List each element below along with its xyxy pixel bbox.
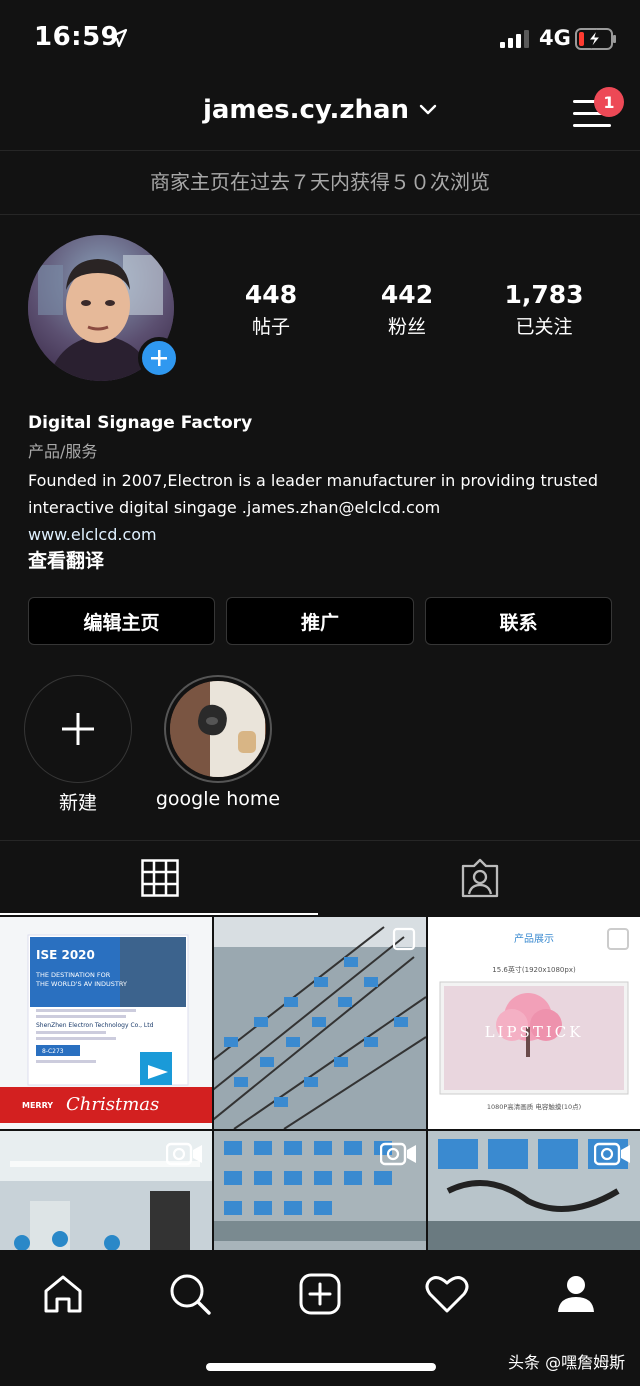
nav-activity[interactable] bbox=[417, 1266, 477, 1322]
status-time: 16:59 bbox=[34, 22, 120, 52]
video-icon bbox=[380, 1142, 416, 1166]
search-icon bbox=[170, 1274, 211, 1315]
bio-text-line: Founded in 2007,Electron is a leader man… bbox=[28, 471, 599, 490]
post-thumbnail[interactable] bbox=[0, 1131, 212, 1250]
battery-charging-icon bbox=[575, 28, 616, 50]
highlight-label: 新建 bbox=[58, 792, 97, 814]
edit-profile-button[interactable]: 编辑主页 bbox=[28, 597, 215, 645]
highlight-thumbnail bbox=[170, 681, 266, 777]
stat-label: 粉丝 bbox=[387, 316, 426, 338]
nav-search[interactable] bbox=[160, 1266, 220, 1322]
multiple-posts-icon bbox=[392, 927, 416, 951]
bio-text-line: interactive digital singage .james.zhan@… bbox=[28, 498, 441, 517]
profile-icon bbox=[558, 1276, 594, 1312]
stat-value: 448 bbox=[244, 280, 298, 309]
post-merry: MERRY bbox=[22, 1101, 53, 1110]
bio-category: 产品/服务 bbox=[28, 442, 98, 461]
bio-website-link[interactable]: www.elclcd.com bbox=[28, 521, 628, 548]
nav-home[interactable] bbox=[33, 1266, 93, 1322]
bio-name: Digital Signage Factory bbox=[28, 413, 253, 433]
contact-button[interactable]: 联系 bbox=[425, 597, 612, 645]
post-size: 15.6英寸(1920x1080px) bbox=[492, 965, 576, 974]
insights-banner[interactable]: 商家主页在过去７天内获得５０次浏览 bbox=[0, 151, 640, 213]
profile-header: james.cy.zhan 1 bbox=[0, 80, 640, 150]
divider bbox=[0, 214, 640, 215]
post-thumbnail[interactable] bbox=[214, 917, 426, 1129]
post-thumbnail[interactable]: ISE 2020 THE DESTINATION FOR THE WORLD'S… bbox=[0, 917, 212, 1129]
post-heading: 产品展示 bbox=[514, 932, 554, 945]
status-bar: 16:59 4G bbox=[0, 0, 640, 80]
tagged-person-icon bbox=[461, 858, 499, 898]
profile-bio: Digital Signage Factory 产品/服务 Founded in… bbox=[28, 410, 628, 575]
signal-strength-icon bbox=[500, 30, 529, 48]
highlight-label: google home bbox=[155, 788, 281, 810]
stat-label: 帖子 bbox=[251, 316, 290, 338]
home-icon bbox=[44, 1275, 82, 1313]
nav-profile[interactable] bbox=[546, 1266, 606, 1322]
post-subtitle: THE WORLD'S AV INDUSTRY bbox=[35, 980, 127, 988]
promote-button[interactable]: 推广 bbox=[226, 597, 414, 645]
stat-following[interactable]: 1,783 已关注 bbox=[474, 280, 614, 339]
notification-badge: 1 bbox=[594, 87, 624, 117]
plus-icon bbox=[62, 713, 94, 745]
grid-icon bbox=[141, 859, 179, 897]
stat-posts[interactable]: 448 帖子 bbox=[201, 280, 341, 339]
home-indicator bbox=[206, 1363, 436, 1371]
heart-icon bbox=[425, 1276, 469, 1313]
watermark: 头条 @嘿詹姆斯 bbox=[508, 1353, 626, 1372]
post-booth: 8-C273 bbox=[42, 1048, 64, 1055]
nav-create-post[interactable] bbox=[290, 1266, 350, 1322]
active-tab-indicator bbox=[0, 913, 318, 915]
post-thumbnail[interactable] bbox=[428, 1131, 640, 1250]
location-arrow-icon bbox=[108, 28, 128, 48]
stat-label: 已关注 bbox=[515, 316, 573, 338]
post-company: ShenZhen Electron Technology Co., Ltd bbox=[36, 1022, 154, 1029]
post-thumbnail[interactable] bbox=[214, 1131, 426, 1250]
highlight-google-home[interactable] bbox=[164, 675, 272, 783]
username: james.cy.zhan bbox=[202, 95, 410, 125]
network-type: 4G bbox=[539, 26, 571, 50]
post-title: ISE 2020 bbox=[36, 948, 95, 962]
see-translation-link[interactable]: 查看翻译 bbox=[28, 548, 628, 575]
add-story-button[interactable] bbox=[138, 337, 180, 379]
multiple-posts-icon bbox=[607, 928, 629, 950]
add-post-icon bbox=[299, 1273, 341, 1315]
post-subtitle: THE DESTINATION FOR bbox=[35, 971, 111, 979]
stat-value: 442 bbox=[380, 280, 434, 309]
post-caption: 1080P高清画质 电容触摸(10点) bbox=[487, 1102, 581, 1111]
new-highlight-button[interactable] bbox=[24, 675, 132, 783]
profile-tabs bbox=[0, 840, 640, 916]
post-thumbnail[interactable]: 产品展示 15.6英寸(1920x1080px) LIPSTICK 1080P高… bbox=[428, 917, 640, 1129]
chevron-down-icon bbox=[419, 104, 437, 115]
post-christmas: Christmas bbox=[66, 1094, 159, 1115]
tab-tagged[interactable] bbox=[320, 840, 640, 916]
tab-grid[interactable] bbox=[0, 840, 320, 916]
stat-value: 1,783 bbox=[504, 280, 584, 309]
stat-followers[interactable]: 442 粉丝 bbox=[337, 280, 477, 339]
post-brand: LIPSTICK bbox=[485, 1023, 584, 1041]
plus-icon bbox=[151, 350, 167, 366]
video-icon bbox=[594, 1142, 630, 1166]
video-icon bbox=[166, 1142, 202, 1166]
account-switcher[interactable]: james.cy.zhan bbox=[0, 95, 640, 125]
posts-grid: ISE 2020 THE DESTINATION FOR THE WORLD'S… bbox=[0, 917, 640, 1250]
